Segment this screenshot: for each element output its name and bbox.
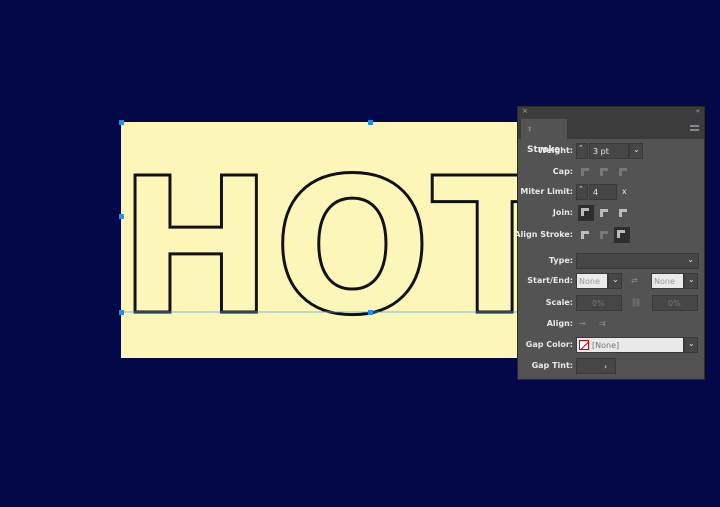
weight-input[interactable]: 3 pt [589,143,629,159]
scale-end-input[interactable]: 0% [652,295,698,311]
chevron-down-icon[interactable]: ⌄ [608,273,622,289]
align-inside-icon[interactable] [597,228,611,242]
hot-outlined-text[interactable]: HOT [117,137,560,359]
weight-row: Weight: ⌃ 3 pt ⌄ [518,143,704,159]
projecting-cap-icon[interactable] [616,165,630,179]
handle-bottom-left[interactable] [119,310,124,315]
panel-topbar: × « [518,107,704,117]
align-stroke-row: Align Stroke: [514,227,704,243]
butt-cap-icon[interactable] [578,165,592,179]
start-end-row: Start/End: None ⌄ ⇄ None ⌄ [518,273,704,289]
type-select[interactable]: ⌄ [576,253,699,269]
join-row: Join: [518,205,704,221]
gap-tint-row: Gap Tint: › [518,358,704,374]
end-select[interactable]: None [651,273,684,289]
close-icon[interactable]: × [522,107,528,115]
round-cap-icon[interactable] [597,165,611,179]
gap-color-row: Gap Color: [None] ⌄ [518,337,704,353]
collapse-icon[interactable]: « [696,107,700,115]
none-swatch-icon [579,340,589,350]
round-join-icon[interactable] [597,206,611,220]
link-icon[interactable]: ⛓ [631,298,641,307]
stroke-panel: × « ⇕ Stroke Weight: ⌃ 3 pt ⌄ Cap: Miter… [514,106,705,380]
miter-stepper[interactable]: ⌃ [576,184,588,200]
arrow-tip-icon[interactable]: → [579,319,586,328]
chevron-down-icon[interactable]: ⌄ [684,337,698,353]
handle-top-left[interactable] [119,120,124,125]
scale-start-input[interactable]: 0% [576,295,622,311]
type-row: Type: ⌄ [518,253,704,269]
handle-top-mid[interactable] [368,120,373,125]
arrow-align-row: Align: → ⇉ [546,319,606,328]
cap-row: Cap: [518,164,704,180]
panel-menu-icon[interactable] [690,125,699,131]
arrow-end-icon[interactable]: ⇉ [599,319,606,328]
weight-stepper[interactable]: ⌃ [576,143,588,159]
align-outside-icon[interactable] [614,227,630,243]
grip-icon: ⇕ [527,126,533,133]
gap-tint-input[interactable]: › [576,358,616,374]
tab-stroke[interactable]: ⇕ Stroke [521,119,567,155]
chevron-down-icon[interactable]: ⌄ [684,273,698,289]
handle-bottom-mid[interactable] [368,310,373,315]
chevron-down-icon[interactable]: ⌄ [629,143,643,159]
scale-row: Scale: 0% ⛓ 0% [518,295,704,311]
miter-input[interactable]: 4 [589,184,617,200]
start-select[interactable]: None [576,273,608,289]
bevel-join-icon[interactable] [616,206,630,220]
handle-mid-left[interactable] [119,214,124,219]
swap-icon[interactable]: ⇄ [631,276,638,285]
gap-color-select[interactable]: [None] [576,337,684,353]
miter-join-icon[interactable] [578,205,594,221]
miter-row: Miter Limit: ⌃ 4 x [518,184,704,200]
align-center-icon[interactable] [578,228,592,242]
